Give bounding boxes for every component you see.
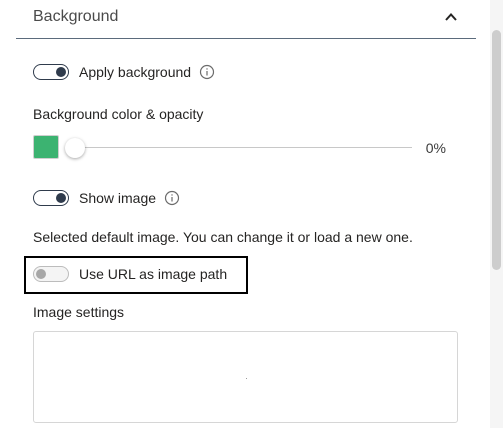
use-url-label: Use URL as image path: [79, 266, 228, 282]
apply-background-label: Apply background: [79, 64, 192, 80]
color-opacity-heading: Background color & opacity: [33, 106, 204, 122]
format-panel: Background Apply background Background c…: [0, 0, 490, 428]
background-section-header[interactable]: Background: [16, 0, 476, 39]
use-url-toggle[interactable]: [33, 266, 69, 282]
apply-background-toggle[interactable]: [33, 64, 69, 80]
show-image-toggle[interactable]: [33, 190, 69, 206]
section-title: Background: [33, 8, 119, 25]
opacity-slider-thumb[interactable]: [65, 138, 85, 158]
use-url-row: Use URL as image path: [33, 266, 227, 282]
scrollbar-thumb[interactable]: [492, 30, 501, 270]
show-image-row: Show image: [33, 190, 180, 206]
image-settings-heading: Image settings: [33, 304, 125, 320]
scrollbar[interactable]: [490, 0, 503, 428]
image-placeholder: [246, 378, 247, 379]
opacity-slider-track[interactable]: [75, 147, 412, 148]
apply-background-row: Apply background: [33, 64, 215, 80]
toggle-knob: [56, 66, 66, 77]
info-icon[interactable]: [199, 64, 215, 80]
image-description: Selected default image. You can change i…: [33, 229, 413, 245]
color-swatch[interactable]: [33, 135, 59, 159]
info-icon[interactable]: [164, 190, 180, 206]
toggle-knob: [56, 192, 66, 203]
image-settings-box[interactable]: [33, 331, 458, 423]
toggle-knob: [36, 268, 46, 279]
show-image-label: Show image: [79, 190, 157, 206]
opacity-value: 0%: [425, 140, 446, 156]
chevron-up-icon[interactable]: [444, 10, 458, 24]
